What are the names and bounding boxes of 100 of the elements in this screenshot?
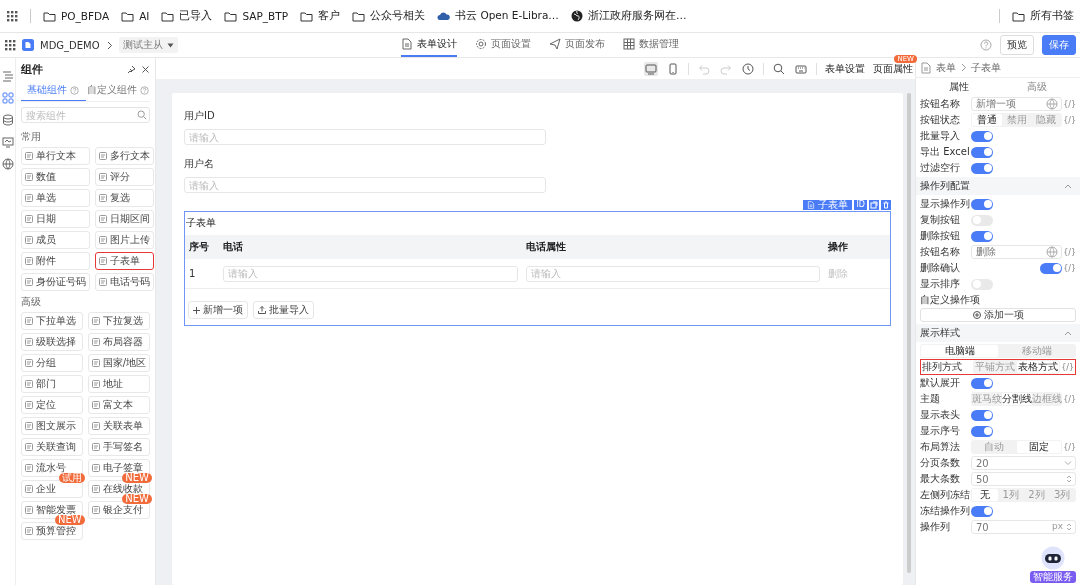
save-button[interactable]: 保存	[1042, 35, 1076, 55]
expression-toggle[interactable]: {/}	[1063, 263, 1076, 273]
toolbar-link[interactable]: 页面属性	[873, 61, 913, 76]
id-button[interactable]: ID	[854, 200, 867, 210]
text-field[interactable]: 新增一项	[971, 97, 1062, 111]
expression-toggle[interactable]: {/}	[1063, 247, 1076, 257]
clock-icon[interactable]	[741, 61, 755, 76]
expression-toggle[interactable]: {/}	[1061, 362, 1074, 372]
number-field[interactable]: 50	[971, 472, 1076, 486]
component-item[interactable]: 单行文本	[21, 147, 90, 165]
component-item[interactable]: 图文展示	[21, 417, 83, 435]
toggle-switch[interactable]	[971, 198, 993, 210]
screen-icon[interactable]	[1, 136, 14, 148]
component-item[interactable]: 银企支付	[87, 501, 150, 519]
expression-toggle[interactable]: {/}	[1063, 442, 1076, 452]
breadcrumb-link[interactable]: 表单	[936, 60, 956, 75]
mobile-icon[interactable]	[666, 61, 680, 76]
desktop-icon[interactable]	[644, 61, 658, 76]
select-field[interactable]: 20	[971, 456, 1076, 470]
toggle-switch[interactable]	[1040, 262, 1062, 274]
copy-icon[interactable]	[869, 200, 879, 210]
add-item-button[interactable]: 添加一项	[920, 308, 1076, 322]
bookmark-link[interactable]: 客户	[300, 9, 341, 23]
bookmark-link[interactable]: 浙江政府服务网在…	[570, 9, 687, 23]
outline-icon[interactable]	[1, 70, 14, 82]
component-item[interactable]: 级联选择	[21, 333, 83, 351]
page-dropdown[interactable]: 测试主从	[118, 37, 178, 53]
segment-option[interactable]: 普通	[972, 114, 1002, 126]
text-field[interactable]: 删除	[971, 245, 1062, 259]
segment-option[interactable]: 固定	[1016, 441, 1061, 453]
component-item[interactable]: 分组	[21, 354, 83, 372]
component-item[interactable]: 数值	[21, 168, 90, 186]
segment-option[interactable]: 电脑端	[921, 345, 998, 357]
component-item[interactable]: 部门	[21, 375, 83, 393]
component-item[interactable]: 地址	[87, 375, 150, 393]
preview-button[interactable]: 预览	[1000, 35, 1034, 55]
component-item[interactable]: 日期	[21, 210, 90, 228]
search-icon[interactable]	[137, 110, 147, 120]
text-input[interactable]: 请输入	[184, 129, 546, 145]
close-icon[interactable]	[141, 64, 150, 74]
bookmark-link[interactable]: 所有书签	[1012, 9, 1074, 23]
component-item[interactable]: 子表单	[95, 252, 154, 270]
component-item[interactable]: 关联查询	[21, 438, 83, 456]
segment-option[interactable]: 表格方式	[1016, 361, 1059, 373]
pin-icon[interactable]	[127, 64, 136, 74]
breadcrumb-link[interactable]: 子表单	[971, 60, 1001, 75]
toolbar-link[interactable]: 表单设置	[825, 61, 865, 76]
database-icon[interactable]	[1, 114, 14, 126]
page-tab[interactable]: 数据管理	[623, 33, 679, 57]
toggle-switch[interactable]	[971, 425, 993, 437]
component-item[interactable]: 复选	[95, 189, 154, 207]
toggle-switch[interactable]	[971, 162, 993, 174]
component-item[interactable]: 多行文本	[95, 147, 154, 165]
section-header[interactable]: 操作列配置	[916, 177, 1080, 195]
component-item[interactable]: 预算管控	[21, 522, 83, 540]
segment-option[interactable]: 无	[972, 489, 998, 501]
component-item[interactable]: 单选	[21, 189, 90, 207]
component-item[interactable]: 图片上传	[95, 231, 154, 249]
bookmark-link[interactable]: 公众号相关	[352, 9, 426, 23]
text-input[interactable]: 请输入	[184, 177, 546, 193]
toggle-switch[interactable]	[971, 505, 993, 517]
bookmark-link[interactable]: PO_BFDA	[43, 10, 110, 22]
component-item[interactable]: 关联表单	[87, 417, 150, 435]
component-item[interactable]: 定位	[21, 396, 83, 414]
toggle-switch[interactable]	[971, 146, 993, 158]
component-item[interactable]: 成员	[21, 231, 90, 249]
component-item[interactable]: 身份证号码	[21, 273, 90, 291]
bookmark-link[interactable]: 书云 Open E-Libra…	[437, 9, 559, 23]
component-item[interactable]: 富文本	[87, 396, 150, 414]
text-input[interactable]: 请输入	[223, 265, 518, 282]
bookmark-link[interactable]: SAP_BTP	[224, 10, 289, 22]
add-row-button[interactable]: 新增一项	[188, 301, 248, 319]
segment-option[interactable]: 分割线	[1002, 393, 1032, 405]
component-item[interactable]: 日期区间	[95, 210, 154, 228]
component-item[interactable]: 评分	[95, 168, 154, 186]
bookmark-link[interactable]: AI	[121, 10, 150, 22]
component-item[interactable]: 下拉复选	[87, 312, 150, 330]
component-item[interactable]: 电话号码	[95, 273, 154, 291]
components-icon[interactable]	[1, 92, 14, 104]
delete-icon[interactable]	[881, 200, 891, 210]
toggle-switch[interactable]	[971, 130, 993, 142]
robot-icon[interactable]	[1041, 546, 1065, 570]
search-field[interactable]: 搜索组件	[21, 107, 150, 123]
import-button[interactable]: 批量导入	[253, 301, 314, 319]
globe-icon[interactable]	[1, 158, 14, 170]
component-item[interactable]: 下拉单选	[21, 312, 83, 330]
search-icon[interactable]	[772, 61, 786, 76]
text-input[interactable]: 请输入	[525, 265, 820, 282]
component-item[interactable]: 附件	[21, 252, 90, 270]
expression-toggle[interactable]: {/}	[1063, 115, 1076, 125]
page-tab[interactable]: 页面发布	[549, 33, 605, 57]
expression-toggle[interactable]: {/}	[1063, 394, 1076, 404]
component-item[interactable]: 国家/地区	[87, 354, 150, 372]
panel-tab[interactable]: 自定义组件	[85, 80, 150, 101]
bookmark-link[interactable]: 已导入	[161, 9, 213, 23]
section-header[interactable]: 展示样式	[916, 324, 1080, 342]
expression-toggle[interactable]: {/}	[1063, 99, 1076, 109]
toggle-switch[interactable]	[971, 230, 993, 242]
component-item[interactable]: 手写签名	[87, 438, 150, 456]
toggle-switch[interactable]	[971, 409, 993, 421]
